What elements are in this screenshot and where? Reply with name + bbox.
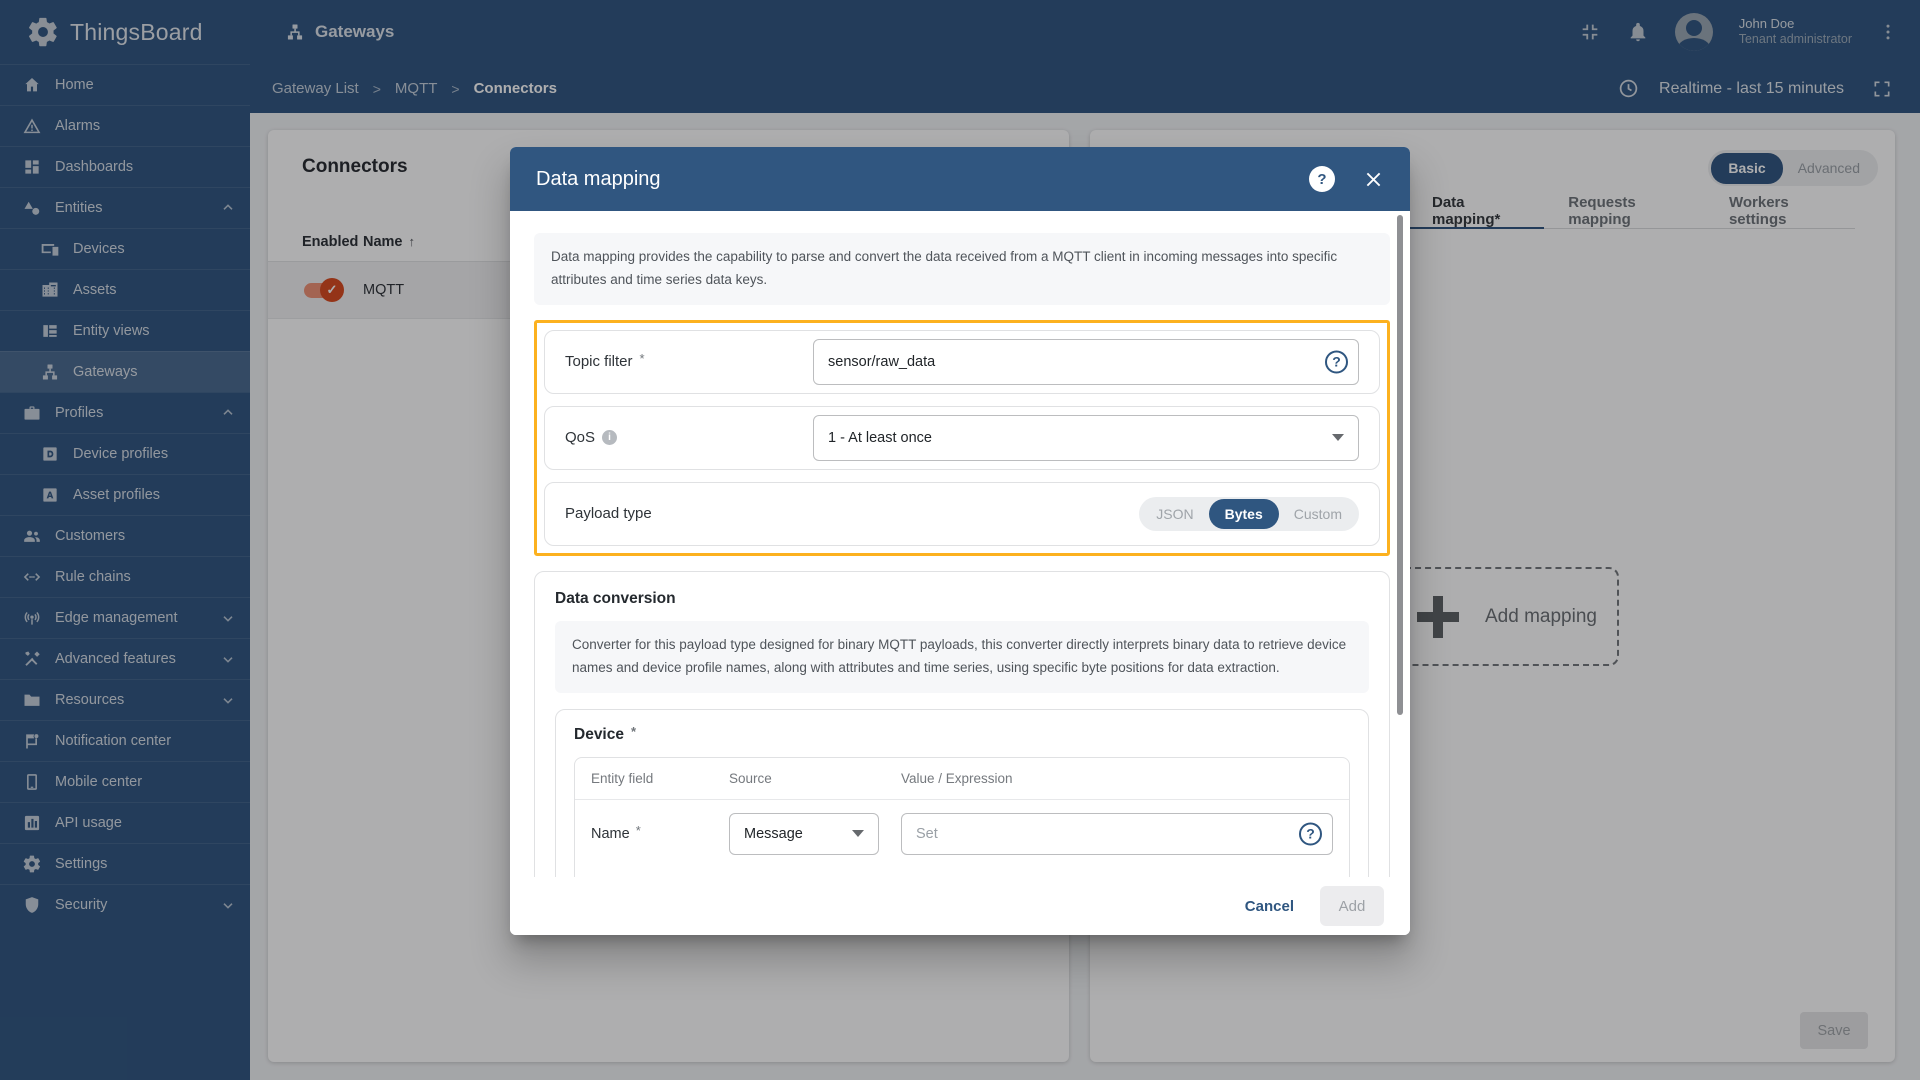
payload-option-bytes[interactable]: Bytes: [1208, 498, 1279, 529]
payload-type-row: Payload type JSON Bytes Custom: [544, 481, 1380, 546]
topic-filter-help-icon[interactable]: ?: [1325, 350, 1348, 374]
column-source: Source: [729, 770, 772, 786]
dialog-footer: Cancel Add: [510, 877, 1410, 935]
add-button[interactable]: Add: [1320, 886, 1384, 926]
data-conversion-title: Data conversion: [555, 589, 676, 607]
topic-filter-input[interactable]: [813, 338, 1359, 385]
required-marker: *: [630, 724, 637, 740]
payload-option-custom[interactable]: Custom: [1279, 499, 1357, 529]
column-entity-field: Entity field: [591, 770, 654, 786]
qos-select[interactable]: 1 - At least once: [813, 414, 1359, 461]
highlighted-fields-group: Topic filter * ? QoS i 1 - At least once: [534, 319, 1390, 556]
name-expression-help-icon[interactable]: ?: [1299, 822, 1322, 846]
data-mapping-dialog: Data mapping ? Data mapping provides the…: [510, 147, 1410, 935]
qos-row: QoS i 1 - At least once: [544, 405, 1380, 470]
qos-label: QoS i: [565, 429, 813, 446]
dialog-close-icon[interactable]: [1363, 169, 1384, 190]
required-marker: *: [639, 351, 645, 367]
topic-filter-row: Topic filter * ?: [544, 329, 1380, 394]
dropdown-caret-icon: [852, 830, 864, 838]
cancel-button[interactable]: Cancel: [1229, 890, 1310, 923]
device-table-header: Entity field Source Value / Expression: [575, 758, 1349, 800]
dropdown-caret-icon: [1332, 434, 1344, 442]
required-marker: *: [635, 823, 641, 839]
qos-selected-value: 1 - At least once: [828, 429, 932, 446]
device-row-name: Name * Message ?: [575, 800, 1349, 870]
name-expression-input[interactable]: [901, 812, 1333, 855]
dialog-scrollbar-thumb[interactable]: [1397, 215, 1403, 715]
dialog-body: Data mapping provides the capability to …: [510, 211, 1410, 935]
data-conversion-description: Converter for this payload type designed…: [555, 620, 1369, 693]
dialog-title: Data mapping: [536, 167, 661, 190]
entity-field-name: Name *: [591, 823, 641, 842]
device-title: Device *: [574, 724, 637, 743]
qos-info-icon[interactable]: i: [602, 430, 618, 446]
topic-filter-label: Topic filter *: [565, 351, 645, 371]
dialog-header: Data mapping ?: [510, 147, 1410, 211]
dialog-help-icon[interactable]: ?: [1309, 166, 1335, 192]
payload-type-label: Payload type: [565, 505, 652, 523]
name-source-select[interactable]: Message: [729, 812, 879, 855]
payload-type-segmented: JSON Bytes Custom: [1139, 496, 1359, 531]
payload-option-json[interactable]: JSON: [1141, 499, 1208, 529]
dialog-description: Data mapping provides the capability to …: [534, 233, 1390, 305]
column-value-expression: Value / Expression: [901, 770, 1013, 786]
